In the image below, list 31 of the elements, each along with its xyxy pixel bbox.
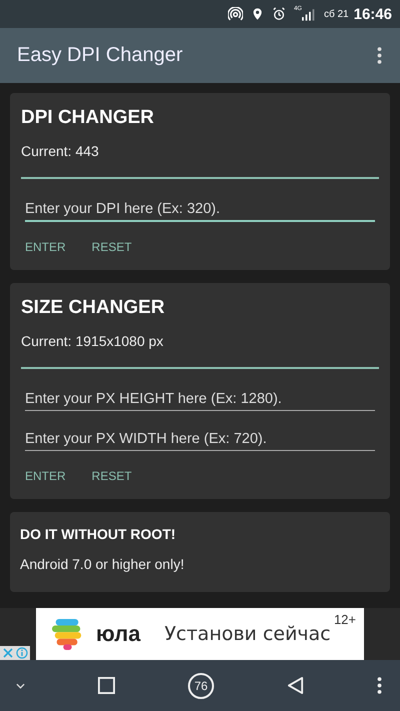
input-field[interactable]: Enter your PX HEIGHT here (Ex: 1280). <box>25 385 375 411</box>
counter-badge[interactable]: 76 <box>188 672 214 698</box>
recents-icon[interactable] <box>98 677 115 694</box>
location-icon <box>250 7 264 21</box>
status-time: 16:46 <box>354 6 392 22</box>
ad-text: Установи сейчас <box>164 623 331 645</box>
current-value: Current: 443 <box>21 143 100 159</box>
card-title: SIZE CHANGER <box>21 297 166 319</box>
chevron-down-icon[interactable] <box>16 682 25 688</box>
more-options-icon[interactable] <box>377 677 382 694</box>
input-field[interactable]: Enter your PX WIDTH here (Ex: 720). <box>25 425 375 451</box>
ad-banner[interactable]: юла Установи сейчас 12+ <box>36 608 364 660</box>
status-date: сб 21 <box>324 8 349 20</box>
text-button[interactable]: RESET <box>88 465 136 487</box>
age-rating: 12+ <box>334 612 356 627</box>
text-button[interactable]: ENTER <box>21 465 70 487</box>
text-button[interactable]: ENTER <box>21 236 70 258</box>
card-title: DO IT WITHOUT ROOT! <box>20 526 177 542</box>
text-button[interactable]: RESET <box>88 236 136 258</box>
more-options-icon[interactable] <box>377 47 382 64</box>
swirl-logo-icon <box>52 617 84 651</box>
app-title: Easy DPI Changer <box>17 44 183 67</box>
ad-brand: юла <box>96 621 140 647</box>
card-text: Android 7.0 or higher only! <box>20 556 186 572</box>
alarm-icon <box>272 7 286 21</box>
current-value: Current: 1915x1080 px <box>21 333 164 349</box>
back-icon[interactable] <box>287 676 304 695</box>
signal-icon <box>302 8 316 20</box>
card-title: DPI CHANGER <box>21 107 156 129</box>
input-field[interactable]: Enter your DPI here (Ex: 320). <box>25 195 375 222</box>
hotspot-icon <box>228 6 243 22</box>
